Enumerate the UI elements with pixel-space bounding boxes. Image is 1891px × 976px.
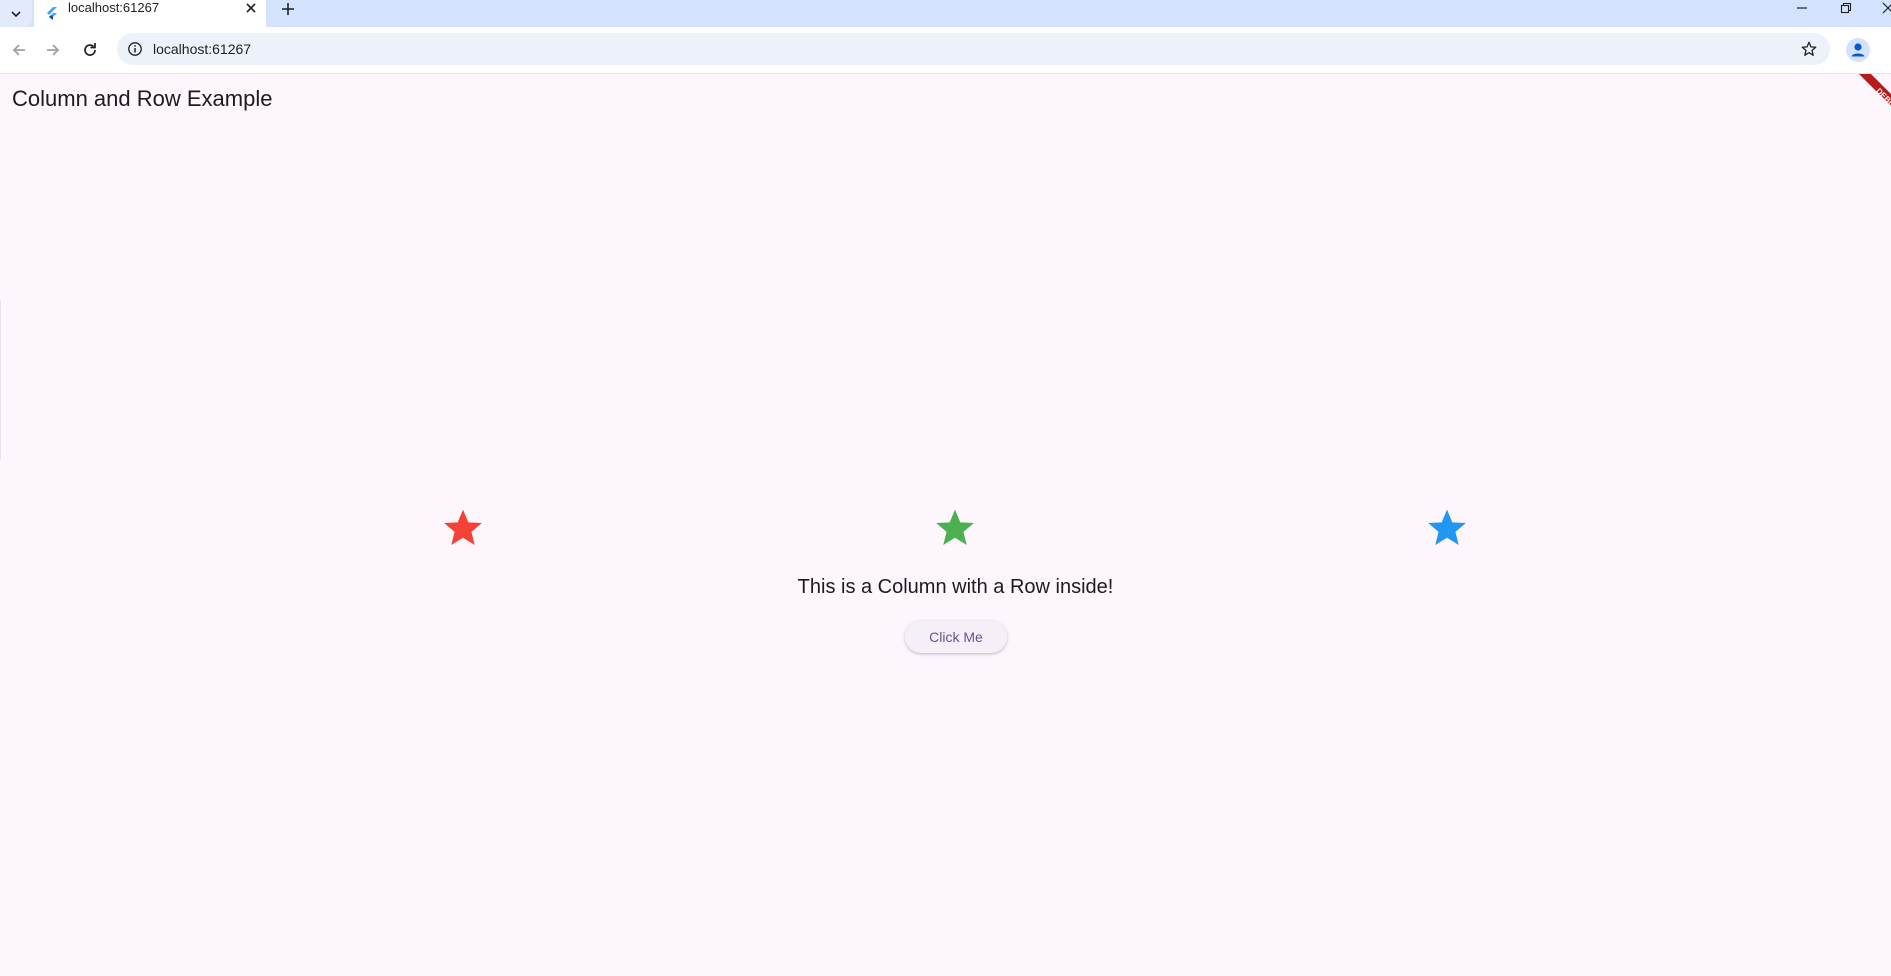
chevron-down-icon	[11, 10, 21, 17]
restore-icon[interactable]	[1838, 0, 1854, 16]
close-window-icon[interactable]	[1880, 0, 1891, 16]
profile-button[interactable]	[1846, 38, 1870, 62]
plus-icon[interactable]	[280, 1, 296, 17]
browser-tab-strip: localhost:61267	[0, 0, 1891, 27]
star-outline-icon[interactable]	[1800, 40, 1818, 58]
column-caption: This is a Column with a Row inside!	[797, 576, 1114, 598]
star-icon-blue	[1428, 509, 1466, 546]
debug-banner: DEBUG	[1859, 74, 1891, 113]
info-icon[interactable]	[127, 41, 143, 57]
flutter-icon	[47, 7, 57, 20]
star-icon-red	[444, 509, 482, 546]
browser-toolbar: localhost:61267	[0, 27, 1891, 74]
divider	[0, 300, 1, 460]
star-icon-green	[936, 509, 974, 546]
minimize-icon[interactable]	[1794, 0, 1810, 16]
arrow-left-icon[interactable]	[9, 40, 29, 60]
page-title: Column and Row Example	[12, 86, 273, 111]
debug-banner-label: DEBUG	[1874, 86, 1891, 113]
click-me-button[interactable]: Click Me	[905, 621, 1007, 653]
address-bar[interactable]: localhost:61267	[117, 33, 1830, 65]
reload-icon[interactable]	[80, 40, 100, 60]
browser-tab[interactable]: localhost:61267	[34, 0, 266, 27]
tab-search-button[interactable]	[0, 0, 32, 27]
person-icon	[1851, 43, 1865, 57]
tab-title: localhost:61267	[68, 0, 160, 15]
url-text[interactable]: localhost:61267	[153, 33, 251, 65]
app-body: Column and Row Example DEBUG This is a C…	[0, 74, 1891, 976]
close-icon[interactable]	[244, 1, 258, 15]
arrow-right-icon[interactable]	[43, 40, 63, 60]
